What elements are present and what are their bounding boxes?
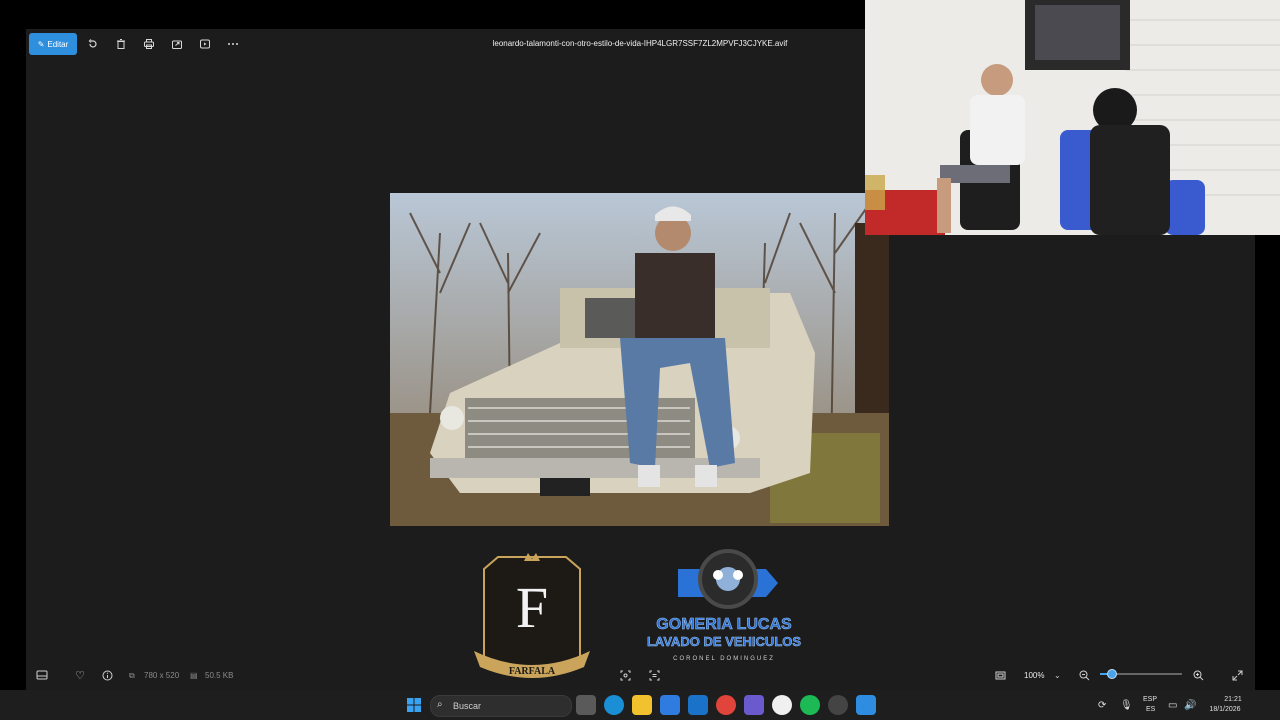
rotate-icon[interactable] — [85, 36, 101, 52]
edge-icon[interactable] — [604, 695, 624, 715]
edit-label: Editar — [47, 39, 69, 49]
logo-graphics: F CARNICERIA FARFALA GOMERIA LUCAS LAVAD… — [474, 549, 802, 678]
gomeria-line1: GOMERIA LUCAS — [656, 616, 792, 633]
edit-icon: ✎ — [37, 39, 45, 49]
zoom-level[interactable]: 100% — [1024, 671, 1044, 680]
delete-icon[interactable] — [113, 36, 129, 52]
text-scan-icon[interactable] — [646, 667, 662, 683]
windows-logo-icon — [407, 698, 421, 712]
file-name: leonardo-talamonti-con-otro-estilo-de-vi… — [492, 39, 788, 48]
file-size-icon: ▤ — [190, 671, 198, 680]
more-icon[interactable] — [225, 36, 241, 52]
volume-icon[interactable]: 🔊 — [1184, 700, 1196, 711]
carniceria-logo: F CARNICERIA FARFALA — [474, 553, 590, 678]
mic-icon[interactable]: 🎙 — [1120, 700, 1133, 711]
outlook-icon[interactable] — [688, 695, 708, 715]
zoom-dropdown-icon[interactable]: ⌄ — [1054, 671, 1061, 680]
displayed-photo[interactable] — [390, 193, 889, 526]
clock-icon[interactable] — [772, 695, 792, 715]
print-icon[interactable] — [141, 36, 157, 52]
zoom-out-icon[interactable] — [1076, 667, 1092, 683]
scan-icon[interactable] — [617, 667, 633, 683]
edit-button[interactable]: ✎ Editar — [29, 33, 77, 55]
clock-time[interactable]: 21:21 — [1222, 696, 1244, 703]
favorite-icon[interactable]: ♡ — [72, 667, 88, 683]
gomeria-logo: GOMERIA LUCAS LAVADO DE VEHICULOS CORONE… — [647, 549, 802, 662]
sync-icon[interactable]: ⟳ — [1098, 700, 1106, 711]
start-button[interactable] — [404, 695, 424, 715]
dimensions-icon: ⧉ — [129, 671, 135, 680]
search-placeholder: Buscar — [453, 701, 482, 711]
clock-date[interactable]: 18/1/2026 — [1204, 706, 1246, 713]
webcam-overlay — [865, 0, 1280, 235]
info-icon[interactable] — [99, 667, 115, 683]
zoom-slider[interactable] — [1100, 669, 1182, 679]
webcam-illustration — [865, 0, 1280, 235]
slideshow-icon[interactable] — [197, 36, 213, 52]
zoom-slider-thumb[interactable] — [1106, 669, 1117, 679]
lang-secondary[interactable]: ES — [1146, 706, 1155, 713]
file-size: 50.5 KB — [205, 671, 234, 680]
status-bar: ♡ ⧉ 780 x 520 ▤ 50.5 KB 100% ⌄ — [26, 663, 1255, 687]
share-icon[interactable] — [169, 36, 185, 52]
photos-icon[interactable] — [856, 695, 876, 715]
task-view-icon[interactable] — [576, 695, 596, 715]
gomeria-line2: LAVADO DE VEHICULOS — [647, 634, 801, 649]
network-icon[interactable]: ▭ — [1168, 700, 1177, 711]
taskbar-search[interactable]: ⌕ Buscar — [430, 695, 572, 717]
chrome-icon[interactable] — [716, 695, 736, 715]
teams-icon[interactable] — [744, 695, 764, 715]
file-explorer-icon[interactable] — [632, 695, 652, 715]
search-icon: ⌕ — [437, 699, 443, 710]
zoom-in-icon[interactable] — [1190, 667, 1206, 683]
windows-taskbar: ⌕ Buscar ⟳ 🎙 ESP ES ▭ 🔊 21:21 18/1/2026 — [0, 690, 1280, 720]
spotify-icon[interactable] — [800, 695, 820, 715]
filmstrip-icon[interactable] — [34, 667, 50, 683]
lang-primary[interactable]: ESP — [1143, 696, 1157, 703]
fit-window-icon[interactable] — [992, 667, 1008, 683]
photo-illustration — [390, 193, 889, 526]
settings-icon[interactable] — [828, 695, 848, 715]
image-dimensions: 780 x 520 — [144, 671, 180, 680]
gomeria-line3: CORONEL DOMINGUEZ — [673, 656, 775, 662]
store-icon[interactable] — [660, 695, 680, 715]
carniceria-letter: F — [516, 575, 548, 640]
sponsor-logos: F CARNICERIA FARFALA GOMERIA LUCAS LAVAD… — [466, 539, 816, 679]
fullscreen-icon[interactable] — [1229, 667, 1245, 683]
